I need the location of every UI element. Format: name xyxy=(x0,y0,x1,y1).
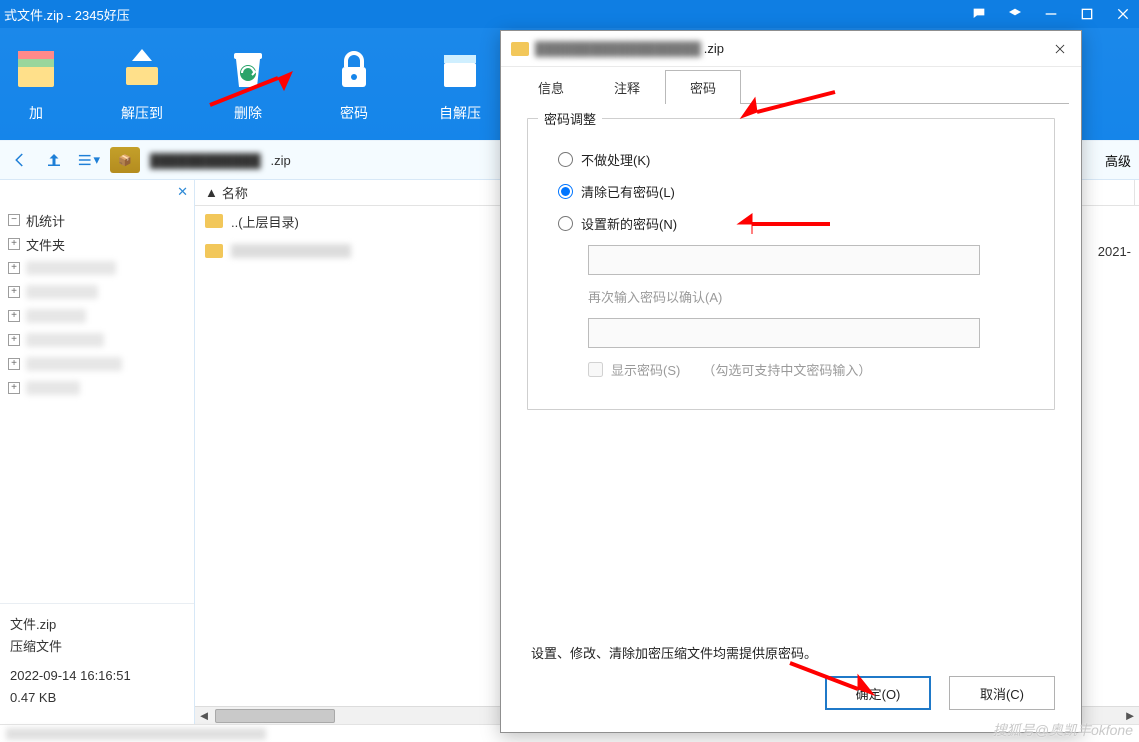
confirm-label: 再次输入密码以确认(A) xyxy=(588,287,1024,306)
up-icon[interactable] xyxy=(42,148,66,172)
toolbar-sfx[interactable]: 自解压 xyxy=(424,41,496,123)
tab-info[interactable]: 信息 xyxy=(513,70,589,104)
tree-blurred xyxy=(26,357,122,371)
tree-item[interactable]: + xyxy=(8,304,186,328)
password-input[interactable] xyxy=(588,245,980,275)
password-group: 密码调整 不做处理(K) 清除已有密码(L) 设置新的密码(N) 再次输入密码以… xyxy=(527,118,1055,410)
radio-set-label: 设置新的密码(N) xyxy=(581,214,677,233)
tree-item[interactable]: +文件夹 xyxy=(8,232,186,256)
toolbar-password-label: 密码 xyxy=(340,103,368,123)
cancel-button[interactable]: 取消(C) xyxy=(949,676,1055,710)
path-blurred: ████████████ xyxy=(150,153,261,168)
tree-blurred xyxy=(26,333,104,347)
sfx-icon xyxy=(432,41,488,97)
sidebar-info: 文件.zip 压缩文件 2022-09-14 16:16:51 0.47 KB xyxy=(0,603,194,724)
path-extension: .zip xyxy=(271,153,291,168)
scroll-thumb[interactable] xyxy=(215,709,335,723)
close-icon[interactable] xyxy=(1113,4,1133,24)
radio-none[interactable]: 不做处理(K) xyxy=(558,143,1024,175)
scroll-left-icon[interactable]: ◄ xyxy=(195,708,213,724)
toolbar-extract[interactable]: 解压到 xyxy=(106,41,178,123)
toolbar-extract-label: 解压到 xyxy=(121,103,163,123)
tree-blurred xyxy=(26,261,116,275)
radio-clear-label: 清除已有密码(L) xyxy=(581,182,675,201)
minimize-icon[interactable] xyxy=(1041,4,1061,24)
advanced-link[interactable]: 高级 xyxy=(1105,151,1131,170)
radio-clear[interactable]: 清除已有密码(L) xyxy=(558,175,1024,207)
tree-item[interactable]: + xyxy=(8,280,186,304)
radio-clear-input[interactable] xyxy=(558,184,573,199)
dialog-archive-icon xyxy=(511,42,529,56)
maximize-icon[interactable] xyxy=(1077,4,1097,24)
tab-comment[interactable]: 注释 xyxy=(589,70,665,104)
watermark: 搜狐号@奥凯丰okfone xyxy=(993,720,1133,740)
toolbar-delete[interactable]: 删除 xyxy=(212,41,284,123)
skin-icon[interactable] xyxy=(1005,4,1025,24)
main-window: 式文件.zip - 2345好压 加 解压到 删除 密码 自解压 xyxy=(0,0,1139,742)
radio-set-input[interactable] xyxy=(558,216,573,231)
add-icon xyxy=(8,41,64,97)
status-text xyxy=(6,728,266,740)
group-legend: 密码调整 xyxy=(538,109,602,128)
dialog-note: 设置、修改、清除加密压缩文件均需提供原密码。 xyxy=(501,635,1081,676)
tree-item[interactable]: + xyxy=(8,256,186,280)
window-title: 式文件.zip - 2345好压 xyxy=(4,5,969,24)
folder-icon xyxy=(205,214,223,228)
dialog-close-icon[interactable] xyxy=(1049,38,1071,60)
row-blurred xyxy=(231,244,351,258)
show-password-hint: （勾选可支持中文密码输入） xyxy=(702,360,871,379)
feedback-icon[interactable] xyxy=(969,4,989,24)
folder-icon xyxy=(205,244,223,258)
delete-icon xyxy=(220,41,276,97)
password-confirm-input[interactable] xyxy=(588,318,980,348)
dialog-title-blurred: ██████████████████ xyxy=(535,41,701,56)
archive-icon: 📦 xyxy=(110,147,140,173)
sidebar: ✕ −机统计 +文件夹 + + + + + + 文件.zip 压缩文件 2022… xyxy=(0,180,195,724)
dialog-title-ext: .zip xyxy=(704,41,724,56)
tree-blurred xyxy=(26,285,98,299)
ok-button[interactable]: 确定(O) xyxy=(825,676,931,710)
tree-item[interactable]: + xyxy=(8,352,186,376)
dialog-tabs: 信息 注释 密码 xyxy=(501,67,1081,103)
radio-set[interactable]: 设置新的密码(N) xyxy=(558,207,1024,239)
tree-blurred xyxy=(26,309,86,323)
tree-item[interactable]: + xyxy=(8,328,186,352)
tree-item[interactable]: + xyxy=(8,376,186,400)
view-icon[interactable]: ▾ xyxy=(76,148,100,172)
toolbar-password[interactable]: 密码 xyxy=(318,41,390,123)
radio-none-input[interactable] xyxy=(558,152,573,167)
tree-label: 文件夹 xyxy=(26,235,65,254)
show-password-checkbox[interactable] xyxy=(588,362,603,377)
show-password-label: 显示密码(S) xyxy=(611,360,680,379)
tree-label: 机统计 xyxy=(26,211,65,230)
tree-item[interactable]: −机统计 xyxy=(8,208,186,232)
toolbar-add-label: 加 xyxy=(29,103,43,123)
password-dialog: ██████████████████ .zip 信息 注释 密码 密码调整 不做… xyxy=(500,30,1082,733)
info-size: 0.47 KB xyxy=(10,690,184,712)
info-filename: 文件.zip xyxy=(10,614,184,636)
toolbar-sfx-label: 自解压 xyxy=(439,103,481,123)
toolbar-add[interactable]: 加 xyxy=(0,41,72,123)
dialog-titlebar: ██████████████████ .zip xyxy=(501,31,1081,67)
info-type: 压缩文件 xyxy=(10,636,184,658)
back-icon[interactable] xyxy=(8,148,32,172)
toolbar-delete-label: 删除 xyxy=(234,103,262,123)
radio-none-label: 不做处理(K) xyxy=(581,150,650,169)
row-label: ..(上层目录) xyxy=(231,212,299,231)
sidebar-close-icon[interactable]: ✕ xyxy=(177,184,188,200)
lock-icon xyxy=(326,41,382,97)
info-time: 2022-09-14 16:16:51 xyxy=(10,668,184,690)
row-date: 2021- xyxy=(1098,244,1131,259)
tree-blurred xyxy=(26,381,80,395)
tab-password[interactable]: 密码 xyxy=(665,70,741,104)
titlebar: 式文件.zip - 2345好压 xyxy=(0,0,1139,28)
extract-icon xyxy=(114,41,170,97)
